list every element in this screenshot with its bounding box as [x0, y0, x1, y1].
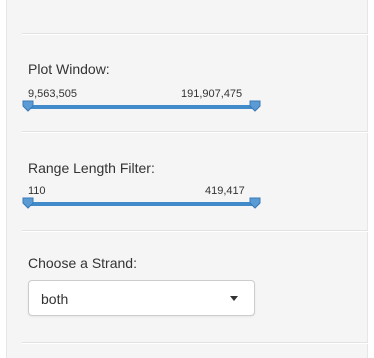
caret-down-icon	[230, 296, 238, 301]
plot-window-max-handle[interactable]	[249, 100, 261, 112]
strand-label: Choose a Strand:	[28, 255, 137, 271]
divider	[22, 33, 368, 35]
range-length-max-handle[interactable]	[249, 197, 261, 209]
range-length-min-value: 110	[28, 185, 46, 197]
plot-window-slider[interactable]	[22, 100, 261, 112]
plot-window-label: Plot Window:	[28, 61, 110, 77]
strand-select[interactable]: both	[28, 280, 255, 316]
divider	[22, 230, 368, 232]
divider	[22, 342, 368, 344]
plot-window-min-value: 9,563,505	[28, 88, 77, 100]
range-length-max-value: 419,417	[205, 185, 245, 197]
plot-window-slider-fill	[28, 105, 255, 109]
range-length-slider[interactable]	[22, 197, 261, 209]
strand-selected-value: both	[41, 291, 69, 307]
range-length-min-handle[interactable]	[22, 197, 34, 209]
range-length-slider-fill	[28, 202, 255, 206]
range-length-filter-label: Range Length Filter:	[28, 160, 155, 176]
plot-window-min-handle[interactable]	[22, 100, 34, 112]
plot-window-max-value: 191,907,475	[181, 88, 243, 100]
divider	[22, 131, 368, 133]
